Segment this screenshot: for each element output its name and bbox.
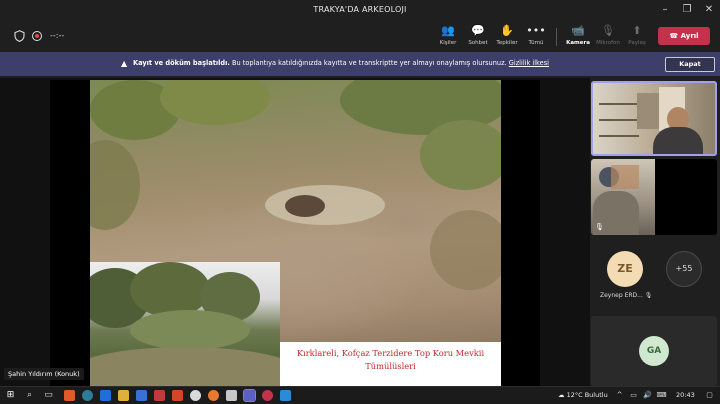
windows-start-icon[interactable]: ⊞ bbox=[5, 390, 16, 401]
slide-caption: Kırklareli, Kofçaz Terzidere Top Koru Me… bbox=[296, 348, 485, 371]
windows-taskbar: ⊞ ⌕ ▭ ☁ 12°C Bulutlu ^ ▭ 🔊 ⌨ 20:43 ▢ bbox=[0, 386, 720, 404]
app-red-icon[interactable] bbox=[262, 390, 273, 401]
muted-icon: 🎙 bbox=[595, 223, 604, 231]
participant-video-1[interactable] bbox=[591, 81, 717, 156]
notification-icon[interactable]: ▢ bbox=[704, 390, 715, 401]
slide-caption-box: Kırklareli, Kofçaz Terzidere Top Koru Me… bbox=[280, 342, 501, 386]
tumulus-photo bbox=[90, 262, 280, 386]
task-view-icon[interactable]: ▭ bbox=[43, 390, 54, 401]
more-participants-button[interactable]: +55 bbox=[666, 251, 702, 287]
more-icon: ••• bbox=[526, 24, 546, 37]
taskbar-clock[interactable]: 20:43 bbox=[676, 391, 695, 399]
weather-widget[interactable]: ☁ 12°C Bulutlu bbox=[558, 391, 608, 399]
search-icon[interactable]: ⌕ bbox=[24, 390, 35, 401]
firefox-icon[interactable] bbox=[208, 390, 219, 401]
avatar-zeynep[interactable]: ZE bbox=[607, 251, 643, 287]
participant-video-2[interactable]: 🎙 bbox=[591, 159, 717, 235]
camera-button[interactable]: 📹 Kamera bbox=[561, 24, 595, 50]
privacy-link[interactable]: Gizlilik ilkesi bbox=[509, 59, 549, 67]
banner-text: Bu toplantıya katıldığınızda kayıtta ve … bbox=[232, 59, 507, 67]
minimize-icon[interactable]: – bbox=[654, 2, 676, 18]
chevron-up-icon[interactable]: ^ bbox=[614, 390, 625, 401]
recording-icon bbox=[32, 31, 42, 41]
banner-message: Kayıt ve döküm başlatıldı. Bu toplantıya… bbox=[133, 59, 549, 67]
avatar-ga[interactable]: GA bbox=[639, 336, 669, 366]
phone-hangup-icon: ☎ bbox=[669, 32, 679, 40]
share-icon: ⬆ bbox=[632, 24, 642, 37]
people-icon: 👥 bbox=[441, 24, 455, 37]
muted-mic-icon: 🎙 bbox=[644, 292, 653, 299]
banner-bold-text: Kayıt ve döküm başlatıldı. bbox=[133, 59, 230, 67]
camera-icon: 📹 bbox=[571, 24, 585, 37]
window-title: TRAKYA'DA ARKEOLOJI bbox=[313, 5, 407, 14]
mail-icon[interactable] bbox=[100, 390, 111, 401]
close-icon[interactable]: ✕ bbox=[698, 2, 720, 18]
volume-icon[interactable]: 🔊 bbox=[642, 390, 653, 401]
maximize-icon[interactable]: ❐ bbox=[676, 2, 698, 18]
participant-name-zeynep: Zeynep ERD... 🎙 bbox=[600, 292, 653, 299]
shield-icon bbox=[14, 30, 25, 42]
warning-icon: ▲ bbox=[121, 59, 128, 68]
office-app-icon[interactable] bbox=[64, 390, 75, 401]
presentation-slide: Kırklareli, Kofçaz Terzidere Top Koru Me… bbox=[50, 80, 540, 386]
participants-panel: 🎙 ZE +55 Zeynep ERD... 🎙 GA bbox=[590, 78, 720, 386]
meeting-timer: --:-- bbox=[50, 31, 65, 40]
edge-icon[interactable] bbox=[82, 390, 93, 401]
teams-icon[interactable] bbox=[243, 389, 256, 402]
network-icon[interactable]: ▭ bbox=[628, 390, 639, 401]
people-button[interactable]: 👥 Kişiler bbox=[431, 24, 465, 50]
language-icon[interactable]: ⌨ bbox=[656, 390, 667, 401]
powerpoint-icon[interactable] bbox=[172, 390, 183, 401]
recording-banner: ▲ Kayıt ve döküm başlatıldı. Bu toplantı… bbox=[0, 52, 720, 76]
title-bar: TRAKYA'DA ARKEOLOJI – ❐ ✕ bbox=[0, 0, 720, 20]
shared-screen: Kırklareli, Kofçaz Terzidere Top Koru Me… bbox=[0, 78, 590, 386]
app-blue-icon[interactable] bbox=[280, 390, 291, 401]
meeting-toolbar: --:-- 👥 Kişiler 💬 Sohbet ✋ Tepkiler ••• … bbox=[0, 20, 720, 52]
more-button[interactable]: ••• Tümü bbox=[519, 24, 553, 50]
leave-button[interactable]: ☎ Ayrıl bbox=[658, 27, 710, 45]
store-icon[interactable] bbox=[136, 390, 147, 401]
cloud-icon: ☁ bbox=[558, 391, 565, 399]
pdf-icon[interactable] bbox=[154, 390, 165, 401]
chrome-icon[interactable] bbox=[190, 390, 201, 401]
banner-close-button[interactable]: Kapat bbox=[665, 57, 715, 72]
teams-window: TRAKYA'DA ARKEOLOJI – ❐ ✕ --:-- 👥 Kişile… bbox=[0, 0, 720, 404]
app-icon[interactable] bbox=[226, 390, 237, 401]
presenter-name: Şahin Yıldırım (Konuk) bbox=[4, 368, 84, 380]
toolbar-divider bbox=[556, 28, 557, 46]
share-button[interactable]: ⬆ Paylaş bbox=[620, 24, 654, 50]
file-explorer-icon[interactable] bbox=[118, 390, 129, 401]
